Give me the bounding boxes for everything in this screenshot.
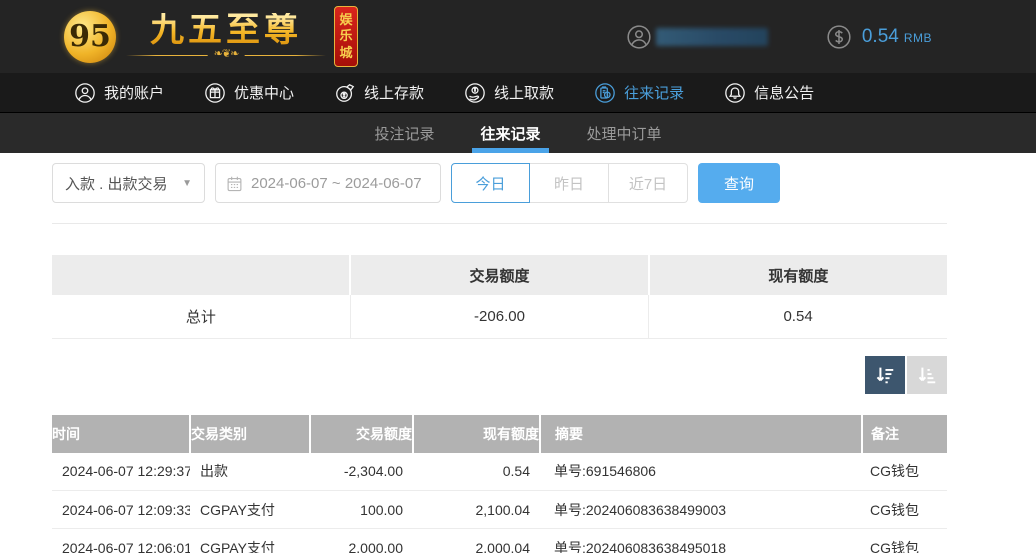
cell-balance: 2,000.04: [413, 529, 540, 553]
cell-time: 2024-06-07 12:06:01: [52, 529, 190, 553]
records-header-row: 时间 交易类别 交易额度 现有额度 摘要 备注: [52, 415, 947, 453]
col-time: 时间: [52, 415, 190, 453]
filter-bar: 入款 . 出款交易 ▼ 2024-06-07 ~ 2024-06-07 今日 昨…: [52, 163, 999, 203]
deposit-icon: [334, 82, 356, 104]
summary-col-transaction-amount: 交易额度: [350, 255, 648, 295]
nav-label: 优惠中心: [234, 82, 294, 103]
nav-label: 我的账户: [104, 82, 164, 103]
summary-col-current-balance: 现有额度: [649, 255, 947, 295]
cell-balance: 0.54: [413, 453, 540, 491]
dollar-circle-icon: [826, 24, 852, 50]
bell-icon: [724, 82, 746, 104]
cell-balance: 2,100.04: [413, 491, 540, 529]
tab-transaction-records[interactable]: 往来记录: [464, 113, 556, 153]
col-transaction-amount: 交易额度: [310, 415, 413, 453]
range-today-button[interactable]: 今日: [451, 163, 530, 203]
section-divider: [52, 223, 947, 224]
balance-amount: 0.54: [862, 26, 899, 48]
sort-controls: [52, 356, 947, 394]
summary-table: 交易额度 现有额度 总计 -206.00 0.54: [52, 255, 947, 339]
balance-display[interactable]: 0.54 RMB: [826, 24, 932, 50]
nav-label: 线上取款: [494, 82, 554, 103]
cell-amount: 100.00: [310, 491, 413, 529]
col-remark: 备注: [862, 415, 947, 453]
username-display[interactable]: [626, 24, 768, 50]
col-summary: 摘要: [540, 415, 862, 453]
gift-icon: [204, 82, 226, 104]
quick-range-group: 今日 昨日 近7日: [451, 163, 688, 203]
cell-type: 出款: [190, 453, 310, 491]
summary-current-balance: 0.54: [649, 295, 947, 338]
logo-95-icon: 95: [64, 11, 116, 63]
query-button[interactable]: 查询: [698, 163, 780, 203]
nav-online-withdraw[interactable]: 线上取款: [464, 82, 554, 104]
logo-badge: 娱 乐 城: [334, 6, 358, 67]
content-area: 入款 . 出款交易 ▼ 2024-06-07 ~ 2024-06-07 今日 昨…: [0, 153, 999, 553]
cell-time: 2024-06-07 12:29:37: [52, 453, 190, 491]
balance-currency: RMB: [904, 31, 932, 45]
col-current-balance: 现有额度: [413, 415, 540, 453]
sort-descending-button[interactable]: [865, 356, 905, 394]
summary-header-row: 交易额度 现有额度: [52, 255, 947, 295]
withdraw-icon: [464, 82, 486, 104]
nav-label: 信息公告: [754, 82, 814, 103]
account-icon: [74, 82, 96, 104]
records-table: 时间 交易类别 交易额度 现有额度 摘要 备注 2024-06-07 12:29…: [52, 415, 947, 553]
summary-total-row: 总计 -206.00 0.54: [52, 295, 947, 338]
tab-betting-records[interactable]: 投注记录: [358, 113, 450, 153]
range-last7days-button[interactable]: 近7日: [609, 163, 688, 203]
records-icon: [594, 82, 616, 104]
main-navigation: 我的账户 优惠中心 线上存款 线上取款: [0, 73, 1036, 113]
cell-amount: 2,000.00: [310, 529, 413, 553]
top-header: 95 九五至尊 ❧❦❧ 娱 乐 城: [0, 0, 1036, 73]
col-transaction-type: 交易类别: [190, 415, 310, 453]
date-range-value: 2024-06-07 ~ 2024-06-07: [251, 175, 422, 192]
table-row: 2024-06-07 12:29:37 出款 -2,304.00 0.54 单号…: [52, 453, 947, 491]
brand-name: 九五至尊: [150, 13, 302, 47]
cell-amount: -2,304.00: [310, 453, 413, 491]
date-range-input[interactable]: 2024-06-07 ~ 2024-06-07: [215, 163, 441, 203]
sort-descending-icon: [874, 364, 896, 386]
badge-char: 城: [339, 45, 352, 61]
summary-total-label: 总计: [52, 295, 350, 338]
tab-processing-orders[interactable]: 处理中订单: [571, 113, 678, 153]
nav-transaction-records[interactable]: 往来记录: [594, 82, 684, 104]
cell-time: 2024-06-07 12:09:33: [52, 491, 190, 529]
cell-type: CGPAY支付: [190, 491, 310, 529]
table-row: 2024-06-07 12:09:33 CGPAY支付 100.00 2,100…: [52, 491, 947, 529]
table-row: 2024-06-07 12:06:01 CGPAY支付 2,000.00 2,0…: [52, 529, 947, 553]
calendar-icon: [226, 175, 243, 192]
cell-remark: CG钱包: [862, 491, 947, 529]
range-yesterday-button[interactable]: 昨日: [530, 163, 609, 203]
cell-remark: CG钱包: [862, 453, 947, 491]
cell-type: CGPAY支付: [190, 529, 310, 553]
badge-char: 娱: [339, 12, 352, 28]
nav-my-account[interactable]: 我的账户: [74, 82, 164, 104]
cell-remark: CG钱包: [862, 529, 947, 553]
username-redacted: [656, 28, 768, 46]
cell-summary: 单号:691546806: [540, 453, 862, 491]
summary-transaction-amount: -206.00: [350, 295, 648, 338]
transaction-type-select[interactable]: 入款 . 出款交易 ▼: [52, 163, 205, 203]
record-subtabs: 投注记录 往来记录 处理中订单: [0, 113, 1036, 153]
cell-summary: 单号:202406083638499003: [540, 491, 862, 529]
logo-flourish: ❧❦❧: [126, 51, 326, 61]
cell-summary: 单号:202406083638495018: [540, 529, 862, 553]
badge-char: 乐: [339, 28, 352, 44]
sort-ascending-icon: [916, 364, 938, 386]
transaction-records-page: 95 九五至尊 ❧❦❧ 娱 乐 城: [0, 0, 1036, 553]
user-icon: [626, 24, 652, 50]
summary-col-empty: [52, 255, 350, 295]
nav-promotions[interactable]: 优惠中心: [204, 82, 294, 104]
selected-type: 入款 . 出款交易: [65, 173, 168, 194]
site-logo[interactable]: 95 九五至尊 ❧❦❧ 娱 乐 城: [64, 6, 358, 67]
sort-ascending-button[interactable]: [907, 356, 947, 394]
nav-announcements[interactable]: 信息公告: [724, 82, 814, 104]
nav-label: 线上存款: [364, 82, 424, 103]
nav-label: 往来记录: [624, 82, 684, 103]
nav-online-deposit[interactable]: 线上存款: [334, 82, 424, 104]
chevron-down-icon: ▼: [182, 178, 192, 189]
